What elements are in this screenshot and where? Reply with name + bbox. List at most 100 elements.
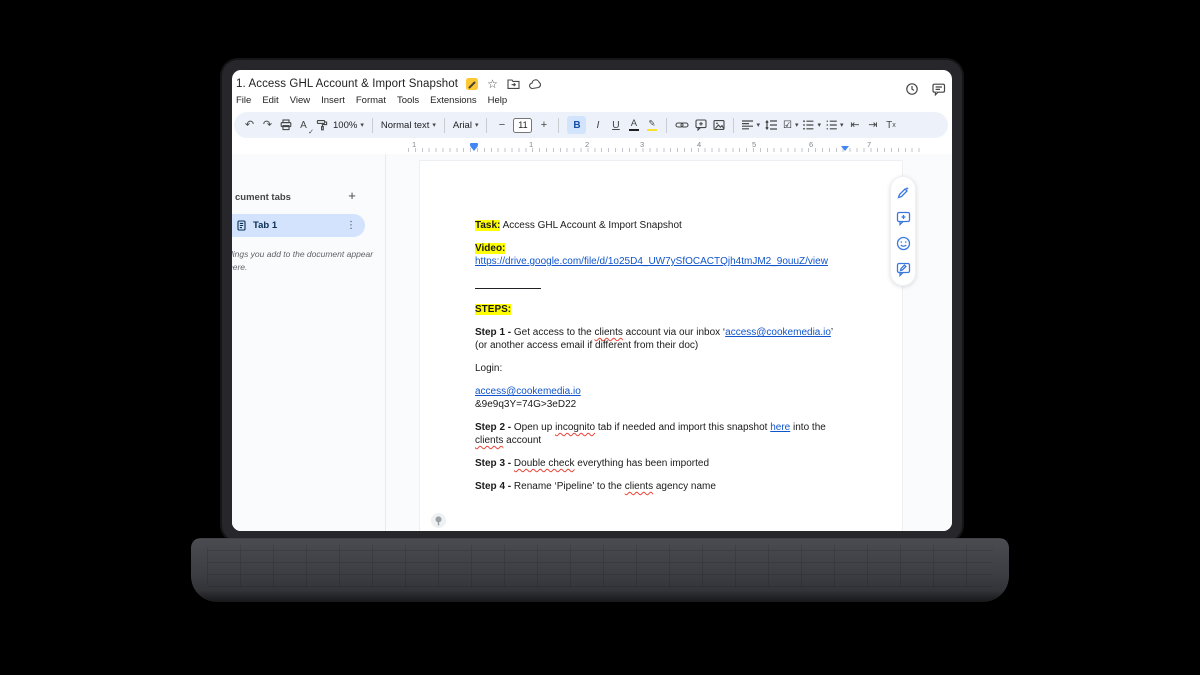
document-page[interactable]: Task: Access GHL Account & Import Snapsh…	[419, 160, 903, 531]
video-line: Video: https://drive.google.com/file/d/1…	[475, 242, 846, 268]
add-comment-icon[interactable]	[896, 211, 911, 226]
toolbar-divider	[666, 118, 667, 133]
snapshot-here-link[interactable]: here	[770, 422, 790, 433]
chevron-down-icon: ▾	[475, 121, 479, 129]
increase-indent-button[interactable]: ⇥	[866, 116, 879, 134]
chevron-down-icon: ▾	[756, 121, 760, 129]
login-password: &9e9q3Y=74G>3eD22	[475, 399, 576, 410]
login-credentials: access@cookemedia.io&9e9q3Y=74G>3eD22	[475, 385, 846, 411]
font-size-input[interactable]: 11	[513, 118, 532, 133]
underline-button[interactable]: U	[609, 116, 622, 134]
divider-line	[475, 278, 846, 293]
video-label: Video:	[475, 243, 505, 254]
video-link[interactable]: https://drive.google.com/file/d/1o25D4_U…	[475, 256, 828, 267]
suggest-edits-icon[interactable]	[896, 262, 911, 277]
menu-file[interactable]: File	[236, 95, 251, 109]
document-tabs-header: cument tabs	[235, 192, 291, 203]
first-line-indent-marker[interactable]	[470, 146, 478, 151]
laptop-mockup: 1. Access GHL Account & Import Snapshot …	[0, 0, 1200, 675]
misspelled-word: clients	[595, 327, 623, 338]
toolbar-divider	[372, 118, 373, 133]
inbox-email-link[interactable]: access@cookemedia.io	[725, 327, 831, 338]
tabs-helper-text: dings you add to the document appear her…	[232, 248, 374, 274]
add-comment-button[interactable]	[694, 116, 707, 134]
paint-format-button[interactable]	[315, 116, 328, 134]
insert-image-button[interactable]	[712, 116, 725, 134]
cloud-status-icon[interactable]	[529, 79, 543, 90]
right-indent-marker[interactable]	[841, 146, 849, 151]
comments-icon[interactable]	[932, 83, 946, 96]
bold-button[interactable]: B	[567, 116, 586, 134]
misspelled-word: Double check	[514, 458, 575, 469]
menu-insert[interactable]: Insert	[321, 95, 345, 109]
toolbar-divider	[444, 118, 445, 133]
step-1: Step 1 - Get access to the clients accou…	[475, 326, 846, 352]
tab-options-icon[interactable]: ⋮	[346, 220, 356, 231]
italic-button[interactable]: I	[591, 116, 604, 134]
align-button[interactable]: ▾	[742, 120, 760, 130]
step-4: Step 4 - Rename ‘Pipeline’ to the client…	[475, 480, 846, 493]
misspelled-word: clients	[475, 435, 503, 446]
highlight-color-button[interactable]: ✎	[645, 116, 658, 134]
line-spacing-button[interactable]	[765, 116, 778, 134]
version-history-icon[interactable]	[905, 82, 919, 96]
google-docs-window: 1. Access GHL Account & Import Snapshot …	[232, 70, 952, 531]
zoom-select[interactable]: 100%▾	[333, 120, 364, 131]
text-color-button[interactable]: A	[627, 116, 640, 134]
numbered-list-button[interactable]: ▾	[826, 120, 844, 130]
toolbar-divider	[486, 118, 487, 133]
toolbar-divider	[733, 118, 734, 133]
menu-view[interactable]: View	[290, 95, 310, 109]
star-icon[interactable]: ☆	[487, 78, 498, 90]
menu-format[interactable]: Format	[356, 95, 386, 109]
task-label: Task:	[475, 220, 500, 231]
login-email-link[interactable]: access@cookemedia.io	[475, 386, 581, 397]
underscore-divider	[475, 278, 541, 289]
sidebar-tab-1[interactable]: Tab 1 ⋮	[232, 214, 365, 237]
document-title[interactable]: 1. Access GHL Account & Import Snapshot	[236, 78, 458, 90]
spellcheck-button[interactable]: A✓	[297, 116, 310, 134]
menu-help[interactable]: Help	[488, 95, 508, 109]
insert-link-button[interactable]	[675, 116, 689, 134]
move-folder-icon[interactable]	[507, 78, 520, 90]
decrease-font-size-button[interactable]: −	[495, 116, 508, 134]
menu-bar: File Edit View Insert Format Tools Exten…	[236, 95, 507, 109]
clear-formatting-button[interactable]: Tx	[884, 116, 897, 134]
bulleted-list-button[interactable]: ▾	[803, 120, 821, 130]
increase-font-size-button[interactable]: +	[537, 116, 550, 134]
tab-label: Tab 1	[253, 220, 277, 231]
side-action-rail	[890, 176, 916, 286]
tree-icon	[431, 513, 446, 528]
menu-tools[interactable]: Tools	[397, 95, 419, 109]
chevron-down-icon: ▾	[360, 121, 364, 129]
horizontal-ruler: 1 1 2 3 4 5 6 7	[232, 140, 948, 153]
titlebar-right-actions	[905, 82, 946, 96]
chevron-down-icon: ▾	[432, 121, 436, 129]
formatting-toolbar: ↶ ↷ A✓ 100%▾ Normal text▾ Arial▾ − 11 +	[234, 112, 948, 138]
checklist-button[interactable]: ☑▾	[783, 120, 798, 131]
laptop-base	[191, 538, 1009, 602]
laptop-base-edge	[191, 590, 1009, 602]
undo-button[interactable]: ↶	[243, 116, 256, 134]
yellow-highlight-icon[interactable]	[466, 78, 478, 90]
print-button[interactable]	[279, 116, 292, 134]
menu-extensions[interactable]: Extensions	[430, 95, 476, 109]
help-me-write-icon[interactable]	[896, 185, 911, 200]
emoji-reaction-icon[interactable]	[896, 236, 911, 251]
laptop-keyboard	[207, 545, 993, 587]
menu-edit[interactable]: Edit	[262, 95, 278, 109]
document-workspace: cument tabs + Tab 1 ⋮ dings you add to t…	[232, 154, 952, 531]
laptop-screen-bezel: 1. Access GHL Account & Import Snapshot …	[222, 60, 962, 541]
chevron-down-icon: ▾	[795, 121, 799, 129]
add-tab-button[interactable]: +	[344, 187, 360, 203]
font-select[interactable]: Arial▾	[453, 120, 479, 131]
misspelled-word: clients	[625, 481, 653, 492]
decrease-indent-button[interactable]: ⇤	[848, 116, 861, 134]
redo-button[interactable]: ↷	[261, 116, 274, 134]
login-label-line: Login:	[475, 362, 846, 375]
docs-title-bar: 1. Access GHL Account & Import Snapshot …	[236, 75, 952, 93]
toolbar-divider	[558, 118, 559, 133]
paragraph-styles-select[interactable]: Normal text▾	[381, 120, 436, 131]
chevron-down-icon: ▾	[817, 121, 821, 129]
step-2: Step 2 - Open up incognito tab if needed…	[475, 421, 846, 447]
